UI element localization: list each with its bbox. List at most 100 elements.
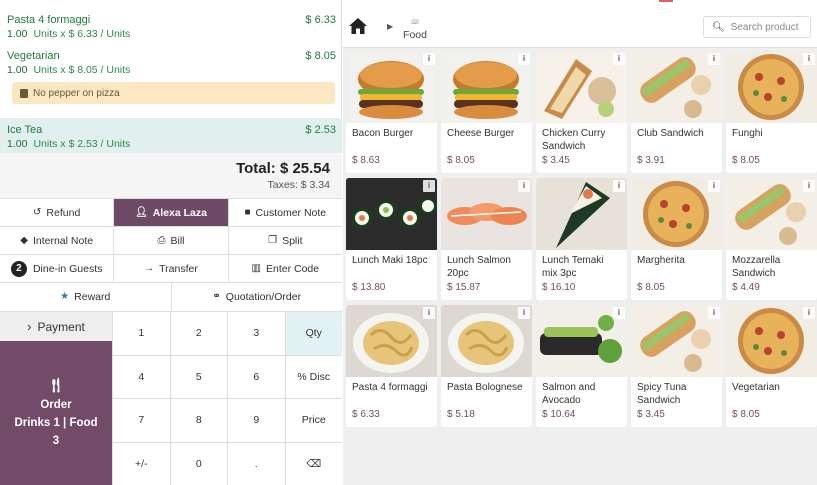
customer-button[interactable]: 👤︎ Alexa Laza — [114, 199, 229, 226]
info-icon[interactable]: i — [613, 180, 625, 192]
note-icon: ■ — [244, 207, 251, 218]
numpad-7[interactable]: 7 — [112, 398, 170, 442]
product-image: i — [441, 51, 532, 123]
product-card-mozzarella-sandwich[interactable]: i Mozzarella Sandwich $ 4.49 — [726, 178, 817, 300]
info-icon[interactable]: i — [518, 307, 530, 319]
breadcrumb-separator-icon: ▶ — [387, 22, 394, 31]
order-button[interactable]: 🍴︎ Order Drinks 1 | Food 3 — [0, 341, 112, 485]
internal-note-button[interactable]: ◆ Internal Note — [0, 227, 115, 254]
product-name: Funghi — [732, 128, 763, 139]
product-card-margherita[interactable]: i Margherita $ 8.05 — [631, 178, 722, 300]
info-icon[interactable]: i — [423, 307, 435, 319]
refund-button[interactable]: ↺ Refund — [0, 199, 115, 226]
product-card-spicy-tuna-sandwich[interactable]: i Spicy Tuna Sandwich $ 3.45 — [631, 305, 722, 427]
numpad-price[interactable]: Price — [284, 398, 342, 442]
product-card-pasta-bolognese[interactable]: i Pasta Bolognese $ 5.18 — [441, 305, 532, 427]
numpad-backspace[interactable]: ⌫ — [284, 441, 342, 485]
orderline-name: Vegetarian — [7, 50, 60, 62]
payment-button[interactable]: › Payment — [0, 311, 112, 341]
numpad-discount[interactable]: % Disc — [284, 354, 342, 398]
info-icon[interactable]: i — [613, 307, 625, 319]
product-name: Lunch Salmon 20pc — [447, 255, 511, 279]
product-card-club-sandwich[interactable]: i Club Sandwich $ 3.91 — [631, 51, 722, 173]
numpad-0[interactable]: 0 — [169, 441, 227, 485]
product-card-funghi[interactable]: i Funghi $ 8.05 — [726, 51, 817, 173]
numpad-4[interactable]: 4 — [112, 354, 170, 398]
home-icon[interactable] — [349, 18, 367, 34]
split-button[interactable]: ❐ Split — [228, 227, 342, 254]
bill-button[interactable]: ⎙ Bill — [114, 227, 229, 254]
info-icon[interactable]: i — [803, 307, 815, 319]
orderline-price: $ 8.05 — [305, 50, 336, 62]
orderline-price: $ 6.33 — [305, 14, 336, 26]
product-image: i — [631, 178, 722, 250]
food-category-icon: ☕︎ — [409, 13, 421, 27]
product-name: Bacon Burger — [352, 128, 414, 139]
info-icon[interactable]: i — [708, 307, 720, 319]
product-name: Vegetarian — [732, 382, 780, 393]
user-icon: 👤︎ — [135, 207, 148, 218]
product-card-bacon-burger[interactable]: i Bacon Burger $ 8.63 — [346, 51, 437, 173]
numpad-3[interactable]: 3 — [227, 311, 285, 355]
numpad-decimal[interactable]: . — [227, 441, 285, 485]
reward-button[interactable]: ★ Reward — [0, 283, 172, 310]
orderline[interactable]: Vegetarian $ 8.05 1.00 Units x $ 8.05 / U… — [0, 46, 342, 112]
search-input[interactable]: 🔍︎ Search product — [703, 16, 811, 38]
product-price: $ 5.18 — [447, 409, 475, 420]
numpad-8[interactable]: 8 — [169, 398, 227, 442]
enter-code-button[interactable]: ▥ Enter Code — [228, 255, 342, 282]
product-image: i — [726, 51, 817, 123]
info-icon[interactable]: i — [423, 53, 435, 65]
info-icon[interactable]: i — [708, 53, 720, 65]
numpad-5[interactable]: 5 — [169, 354, 227, 398]
product-name: Club Sandwich — [637, 128, 704, 139]
orderline[interactable]: Pasta 4 formaggi $ 6.33 1.00 Units x $ 6.… — [0, 10, 342, 46]
product-price: $ 8.05 — [732, 409, 760, 420]
product-price: $ 15.87 — [447, 282, 481, 293]
category-food[interactable]: ☕︎ Food — [401, 13, 429, 41]
product-card-salmon-and-avocado[interactable]: i Salmon and Avocado $ 10.64 — [536, 305, 627, 427]
info-icon[interactable]: i — [518, 53, 530, 65]
product-price: $ 10.64 — [542, 409, 576, 420]
search-icon: 🔍︎ — [712, 21, 725, 33]
orderline-price: $ 2.53 — [305, 124, 336, 136]
info-icon[interactable]: i — [803, 53, 815, 65]
product-price: $ 13.80 — [352, 282, 386, 293]
info-icon[interactable]: i — [708, 180, 720, 192]
product-price: $ 3.45 — [542, 155, 570, 166]
guests-button[interactable]: 2 Dine-in Guests — [0, 255, 115, 282]
numpad-2[interactable]: 2 — [169, 311, 227, 355]
product-grid: i Bacon Burger $ 8.63 i Cheese Burger $ 8.05 i… — [346, 51, 817, 427]
info-icon[interactable]: i — [803, 180, 815, 192]
numpad-1[interactable]: 1 — [112, 311, 170, 355]
product-name: Salmon and Avocado — [542, 382, 596, 406]
product-image: i — [726, 178, 817, 250]
product-card-chicken-curry-sandwich[interactable]: i Chicken Curry Sandwich $ 3.45 — [536, 51, 627, 173]
product-card-vegetarian[interactable]: i Vegetarian $ 8.05 — [726, 305, 817, 427]
numpad-6[interactable]: 6 — [227, 354, 285, 398]
transfer-button[interactable]: → Transfer — [114, 255, 229, 282]
product-price: $ 16.10 — [542, 282, 576, 293]
orderlines: Pasta 4 formaggi $ 6.33 1.00 Units x $ 6.… — [0, 10, 342, 154]
product-image: i — [726, 305, 817, 377]
customer-note-button[interactable]: ■ Customer Note — [228, 199, 342, 226]
quotation-order-button[interactable]: ⚭ Quotation/Order — [171, 283, 342, 310]
product-card-lunch-maki-18pc[interactable]: i Lunch Maki 18pc $ 13.80 — [346, 178, 437, 300]
numpad-qty[interactable]: Qty — [284, 311, 342, 355]
product-name: Chicken Curry Sandwich — [542, 128, 606, 152]
info-icon[interactable]: i — [613, 53, 625, 65]
product-price: $ 3.91 — [637, 155, 665, 166]
product-card-cheese-burger[interactable]: i Cheese Burger $ 8.05 — [441, 51, 532, 173]
product-card-pasta-4-formaggi[interactable]: i Pasta 4 formaggi $ 6.33 — [346, 305, 437, 427]
info-icon[interactable]: i — [518, 180, 530, 192]
product-price: $ 8.05 — [447, 155, 475, 166]
order-taxes: Taxes: $ 3.34 — [267, 179, 330, 191]
numpad-9[interactable]: 9 — [227, 398, 285, 442]
info-icon[interactable]: i — [423, 180, 435, 192]
product-card-lunch-salmon-20pc[interactable]: i Lunch Salmon 20pc $ 15.87 — [441, 178, 532, 300]
orderline-selected[interactable]: Ice Tea $ 2.53 1.00 Units x $ 2.53 / Unit… — [0, 118, 342, 154]
product-card-lunch-temaki-mix-3pc[interactable]: i Lunch Temaki mix 3pc $ 16.10 — [536, 178, 627, 300]
product-image: i — [536, 178, 627, 250]
product-image: i — [346, 178, 437, 250]
numpad-plus-minus[interactable]: +/- — [112, 441, 170, 485]
